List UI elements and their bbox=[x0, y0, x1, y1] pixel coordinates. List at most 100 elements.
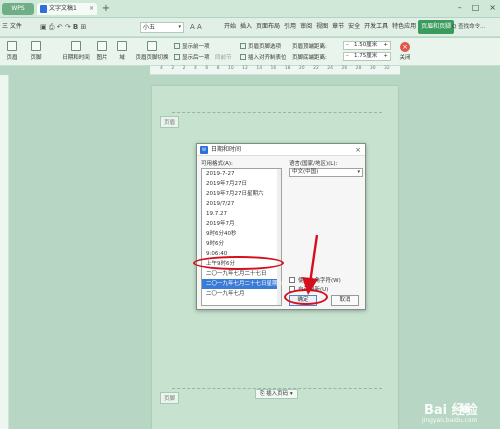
format-list[interactable]: 2019-7-27 2019年7月27日 2019年7月27日星期六 2019/7/2… bbox=[201, 168, 283, 306]
calendar-icon bbox=[71, 41, 81, 51]
ruler-number: 28 bbox=[355, 66, 362, 71]
format-list-scrollbar[interactable] bbox=[277, 169, 281, 305]
ruler-number: 12 bbox=[242, 66, 248, 71]
header-footer-switch-label: 页眉页脚切换 bbox=[135, 55, 169, 61]
tab-4[interactable]: 审阅 bbox=[298, 20, 314, 34]
tab-6[interactable]: 章节 bbox=[330, 20, 346, 34]
tab-8[interactable]: 开发工具 bbox=[362, 20, 390, 34]
tab-0[interactable]: 开始 bbox=[222, 20, 238, 34]
plus-icon[interactable]: + bbox=[383, 42, 388, 49]
language-label: 语言(国家/地区)(L): bbox=[289, 161, 338, 167]
tab-5[interactable]: 视图 bbox=[314, 20, 330, 34]
format-list-item[interactable]: 二〇一九年七月二十七日 bbox=[202, 269, 281, 279]
tab-9[interactable]: 特色应用 bbox=[390, 20, 418, 34]
dialog-title: 日期和时间 bbox=[211, 146, 242, 153]
close-tab-icon[interactable]: × bbox=[89, 3, 94, 15]
show-previous-button[interactable]: 显示前一项 bbox=[174, 42, 210, 50]
ruler-number: 2 bbox=[171, 66, 175, 71]
format-list-item[interactable]: 二〇一九年七月 bbox=[202, 289, 281, 299]
header-boundary-line bbox=[172, 112, 382, 113]
plus-icon[interactable]: + bbox=[383, 53, 388, 60]
quick-access-icons: ▣ ⎙ ↶ ↷ B ⊞ bbox=[40, 20, 86, 34]
field-icon bbox=[117, 41, 127, 51]
header-top-value: 1.50厘米 bbox=[354, 42, 378, 48]
format-list-item[interactable]: 2019年7月27日星期六 bbox=[202, 189, 281, 199]
footer-icon bbox=[31, 41, 41, 51]
footer-bottom-distance-stepper[interactable]: –1.75厘米 + bbox=[343, 52, 391, 61]
quick-format-icon[interactable]: ⊞ bbox=[81, 23, 87, 31]
font-size-value: 小五 bbox=[143, 24, 156, 31]
checkbox-box[interactable] bbox=[289, 277, 295, 283]
tab-2[interactable]: 页面布局 bbox=[254, 20, 282, 34]
format-list-item[interactable]: 19.7.27 bbox=[202, 209, 281, 219]
picture-icon bbox=[97, 41, 107, 51]
minus-icon[interactable]: – bbox=[346, 53, 349, 60]
picture-button[interactable]: 图片 bbox=[94, 41, 110, 61]
tab-3[interactable]: 引用 bbox=[282, 20, 298, 34]
shrink-font-icon[interactable]: A bbox=[197, 23, 202, 31]
new-tab-button[interactable]: + bbox=[100, 3, 112, 15]
grow-font-icon[interactable]: A bbox=[190, 23, 195, 31]
vertical-ruler[interactable] bbox=[0, 75, 9, 429]
ruler-numbers: 4 2 2 4 6 8 10 12 14 16 18 20 22 24 26 28 30 32 bbox=[160, 66, 390, 75]
show-next-label: 显示后一项 bbox=[182, 55, 210, 61]
bold-icon[interactable]: B bbox=[73, 23, 78, 31]
previous-icon bbox=[174, 43, 180, 49]
file-menu[interactable]: 三 文件 bbox=[2, 21, 22, 30]
ruler-number: 4 bbox=[160, 66, 163, 71]
dialog-close-icon[interactable]: × bbox=[355, 144, 361, 156]
tab-1[interactable]: 插入 bbox=[238, 20, 254, 34]
field-button[interactable]: 域 bbox=[116, 41, 128, 61]
cancel-button[interactable]: 取消 bbox=[331, 295, 359, 306]
minimize-icon[interactable]: – bbox=[458, 3, 462, 12]
ruler-number: 2 bbox=[182, 66, 186, 71]
undo-icon[interactable]: ↶ bbox=[57, 23, 63, 31]
ruler-number: 14 bbox=[256, 66, 263, 71]
wps-logo-icon: W bbox=[200, 146, 208, 154]
format-list-item[interactable]: 2019/7/27 bbox=[202, 199, 281, 209]
chevron-down-icon: ▾ bbox=[357, 169, 360, 175]
footer-bottom-distance-label: 页脚底端距离: bbox=[292, 55, 327, 61]
redo-icon[interactable]: ↷ bbox=[65, 23, 71, 31]
print-icon[interactable]: ⎙ bbox=[49, 23, 55, 31]
format-list-item[interactable]: 9时6分40秒 bbox=[202, 229, 281, 239]
tab-10[interactable]: 页眉和页脚 bbox=[418, 20, 455, 34]
tab-7[interactable]: 安全 bbox=[346, 20, 362, 34]
header-button[interactable]: 页眉 bbox=[4, 41, 20, 61]
header-footer-switch-button[interactable]: 页眉页脚切换 bbox=[134, 41, 170, 61]
footer-button[interactable]: 页脚 bbox=[24, 41, 48, 61]
options-icon bbox=[240, 43, 246, 49]
show-next-button[interactable]: 显示后一项 bbox=[174, 53, 210, 61]
ruler-number: 4 bbox=[193, 66, 197, 71]
window-close-icon[interactable]: × bbox=[489, 3, 496, 12]
save-icon[interactable]: ▣ bbox=[40, 23, 47, 31]
same-as-previous-button[interactable]: 同前节 bbox=[215, 53, 232, 61]
header-footer-options-label: 页眉页脚选项 bbox=[248, 44, 282, 50]
ruler-number: 30 bbox=[369, 66, 376, 71]
font-size-select[interactable]: 小五 ▾ bbox=[140, 22, 184, 33]
command-search[interactable]: Q 查找命令... bbox=[452, 22, 498, 32]
maximize-icon[interactable]: □ bbox=[472, 3, 480, 12]
format-list-item[interactable]: 2019年7月 bbox=[202, 219, 281, 229]
date-time-button[interactable]: 日期和时间 bbox=[60, 41, 92, 61]
field-button-label: 域 bbox=[119, 55, 125, 61]
font-size-tools: A A bbox=[190, 20, 202, 34]
insert-page-number-button[interactable]: ⎘ 插入页码 ▾ bbox=[255, 389, 298, 399]
format-list-item[interactable]: 二〇一九年七月二十七日星期六 bbox=[202, 279, 283, 289]
insert-tab-stop-button[interactable]: 插入对齐制表位 bbox=[240, 53, 287, 61]
insert-page-number-label: 插入页码 bbox=[266, 391, 289, 397]
format-list-item[interactable]: 2019年7月27日 bbox=[202, 179, 281, 189]
document-tab[interactable]: 文字文稿1 × bbox=[37, 3, 97, 15]
format-list-item[interactable]: 9时6分 bbox=[202, 239, 281, 249]
header-label: 页眉 bbox=[160, 116, 180, 128]
ruler-number: 22 bbox=[313, 66, 319, 71]
wps-app-tab[interactable]: WPS bbox=[2, 3, 34, 15]
header-footer-options-button[interactable]: 页眉页脚选项 bbox=[240, 42, 281, 50]
header-top-distance-stepper[interactable]: –1.50厘米 + bbox=[343, 41, 391, 50]
ruler-number: 6 bbox=[205, 66, 209, 71]
language-select[interactable]: 中文(中国) ▾ bbox=[289, 168, 363, 177]
show-previous-label: 显示前一项 bbox=[182, 44, 210, 50]
minus-icon[interactable]: – bbox=[346, 42, 349, 49]
close-header-footer-button[interactable]: × 关闭 bbox=[396, 42, 414, 61]
format-list-item[interactable]: 2019-7-27 bbox=[202, 169, 281, 179]
